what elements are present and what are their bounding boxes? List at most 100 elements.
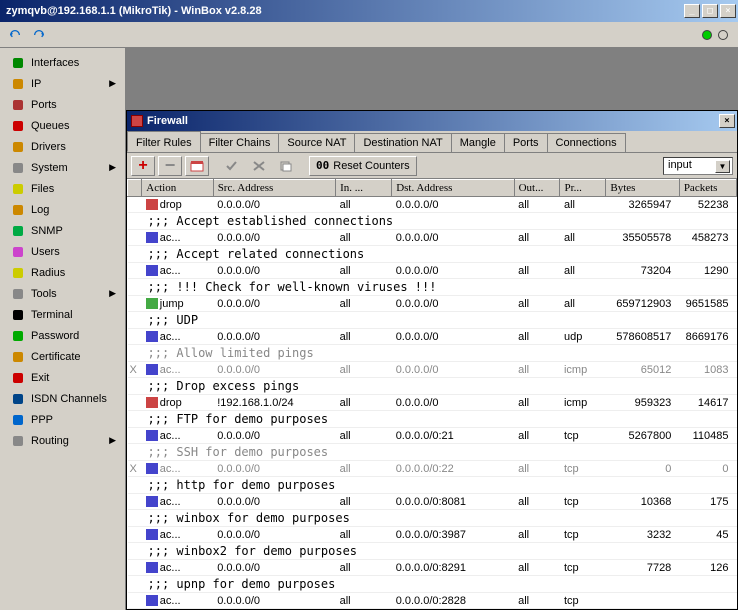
table-row[interactable]: jump0.0.0.0/0all0.0.0.0/0allall659712903… [128,296,737,312]
sidebar-item-snmp[interactable]: SNMP [2,220,123,241]
table-row[interactable]: drop0.0.0.0/0all0.0.0.0/0allall326594752… [128,197,737,213]
cell: all [514,362,560,378]
close-button[interactable]: × [720,4,736,18]
window-buttons: _ □ × [684,4,736,18]
cell: 5267800 [606,428,679,444]
sidebar-item-password[interactable]: Password [2,325,123,346]
tab-connections[interactable]: Connections [547,133,626,152]
col-header[interactable]: Action [142,180,213,197]
table-header-row: ActionSrc. AddressIn. ...Dst. AddressOut… [128,180,737,197]
cell [128,296,142,312]
drop-icon [146,199,158,210]
table-row[interactable]: drop!192.168.1.0/24all0.0.0.0/0allicmp95… [128,395,737,411]
sidebar-item-system[interactable]: System▶ [2,157,123,178]
table-row[interactable]: ;;; UDP [128,312,737,329]
table-row[interactable]: ;;; FTP for demo purposes [128,411,737,428]
cell: all [336,395,392,411]
tab-filter-rules[interactable]: Filter Rules [127,131,201,152]
sidebar-item-ppp[interactable]: PPP [2,409,123,430]
undo-icon [8,28,22,42]
sidebar-item-ip[interactable]: IP▶ [2,73,123,94]
add-rule-button[interactable]: + [131,156,155,176]
sidebar-item-interfaces[interactable]: Interfaces [2,52,123,73]
col-header[interactable]: Bytes [606,180,679,197]
table-row[interactable]: ac...0.0.0.0/0all0.0.0.0/0allall73204129… [128,263,737,279]
undo-button[interactable] [4,25,26,45]
table-row[interactable]: ac...0.0.0.0/0all0.0.0.0/0:3987alltcp323… [128,527,737,543]
sidebar-item-routing[interactable]: Routing▶ [2,430,123,451]
sidebar-icon [11,266,25,280]
table-row[interactable]: ac...0.0.0.0/0all0.0.0.0/0:8291alltcp772… [128,560,737,576]
table-row[interactable]: ;;; Accept related connections [128,246,737,263]
disable-button[interactable] [247,156,271,176]
sidebar-item-ports[interactable]: Ports [2,94,123,115]
col-header[interactable] [128,180,142,197]
col-header[interactable]: Dst. Address [392,180,514,197]
sidebar-item-terminal[interactable]: Terminal [2,304,123,325]
table-row[interactable]: ;;; upnp for demo purposes [128,576,737,593]
table-row[interactable]: ac...0.0.0.0/0all0.0.0.0/0:21alltcp52678… [128,428,737,444]
cell: all [336,362,392,378]
col-header[interactable]: In. ... [336,180,392,197]
tab-filter-chains[interactable]: Filter Chains [200,133,280,152]
cell: 126 [679,560,736,576]
sidebar-item-queues[interactable]: Queues [2,115,123,136]
tab-mangle[interactable]: Mangle [451,133,505,152]
firewall-titlebar[interactable]: Firewall × [127,111,737,131]
redo-button[interactable] [28,25,50,45]
jump-icon [146,298,158,309]
minimize-button[interactable]: _ [684,4,700,18]
tab-ports[interactable]: Ports [504,133,548,152]
table-row[interactable]: Xac...0.0.0.0/0all0.0.0.0/0:22alltcp00 [128,461,737,477]
chain-select[interactable]: input [663,157,733,175]
sidebar-item-tools[interactable]: Tools▶ [2,283,123,304]
maximize-button[interactable]: □ [702,4,718,18]
table-row[interactable]: ;;; SSH for demo purposes [128,444,737,461]
sidebar-item-isdn-channels[interactable]: ISDN Channels [2,388,123,409]
rules-table-wrap[interactable]: ActionSrc. AddressIn. ...Dst. AddressOut… [127,179,737,609]
table-row[interactable]: ;;; winbox2 for demo purposes [128,543,737,560]
enable-button[interactable] [220,156,244,176]
table-row[interactable]: Xac...0.0.0.0/0all0.0.0.0/0allicmp650121… [128,362,737,378]
col-header[interactable]: Packets [679,180,736,197]
col-header[interactable]: Src. Address [213,180,335,197]
firewall-close-button[interactable]: × [719,114,735,128]
table-row[interactable]: ;;; Allow limited pings [128,345,737,362]
cell: drop [142,395,213,411]
remove-rule-button[interactable]: − [158,156,182,176]
cell: 35505578 [606,230,679,246]
sidebar-label: Certificate [31,351,116,363]
cell: all [514,395,560,411]
cell: 52238 [679,197,736,213]
sidebar-item-log[interactable]: Log [2,199,123,220]
tab-source-nat[interactable]: Source NAT [278,133,355,152]
table-row[interactable]: ac...0.0.0.0/0all0.0.0.0/0:8081alltcp103… [128,494,737,510]
table-row[interactable]: ;;; Drop excess pings [128,378,737,395]
cell: X [128,461,142,477]
table-row[interactable]: ;;; !!! Check for well-known viruses !!! [128,279,737,296]
cell: 0.0.0.0/0 [392,296,514,312]
table-row[interactable]: ac...0.0.0.0/0all0.0.0.0/0alludp57860851… [128,329,737,345]
cell: 0.0.0.0/0:2828 [392,593,514,609]
table-row[interactable]: ;;; winbox for demo purposes [128,510,737,527]
sidebar: InterfacesIP▶PortsQueuesDriversSystem▶Fi… [0,48,126,610]
sidebar-item-users[interactable]: Users [2,241,123,262]
cell: 9651585 [679,296,736,312]
cell: 0.0.0.0/0 [392,329,514,345]
sidebar-item-certificate[interactable]: Certificate [2,346,123,367]
table-row[interactable]: ac...0.0.0.0/0all0.0.0.0/0allall35505578… [128,230,737,246]
sidebar-icon [11,203,25,217]
reset-counters-button[interactable]: 00 Reset Counters [309,156,417,176]
tab-destination-nat[interactable]: Destination NAT [354,133,451,152]
table-row[interactable]: ;;; Accept established connections [128,213,737,230]
copy-button[interactable] [274,156,298,176]
table-row[interactable]: ;;; http for demo purposes [128,477,737,494]
sidebar-item-files[interactable]: Files [2,178,123,199]
sidebar-item-exit[interactable]: Exit [2,367,123,388]
sidebar-item-radius[interactable]: Radius [2,262,123,283]
col-header[interactable]: Out... [514,180,560,197]
col-header[interactable]: Pr... [560,180,606,197]
sidebar-item-drivers[interactable]: Drivers [2,136,123,157]
comment-button[interactable] [185,156,209,176]
table-row[interactable]: ac...0.0.0.0/0all0.0.0.0/0:2828alltcp [128,593,737,609]
